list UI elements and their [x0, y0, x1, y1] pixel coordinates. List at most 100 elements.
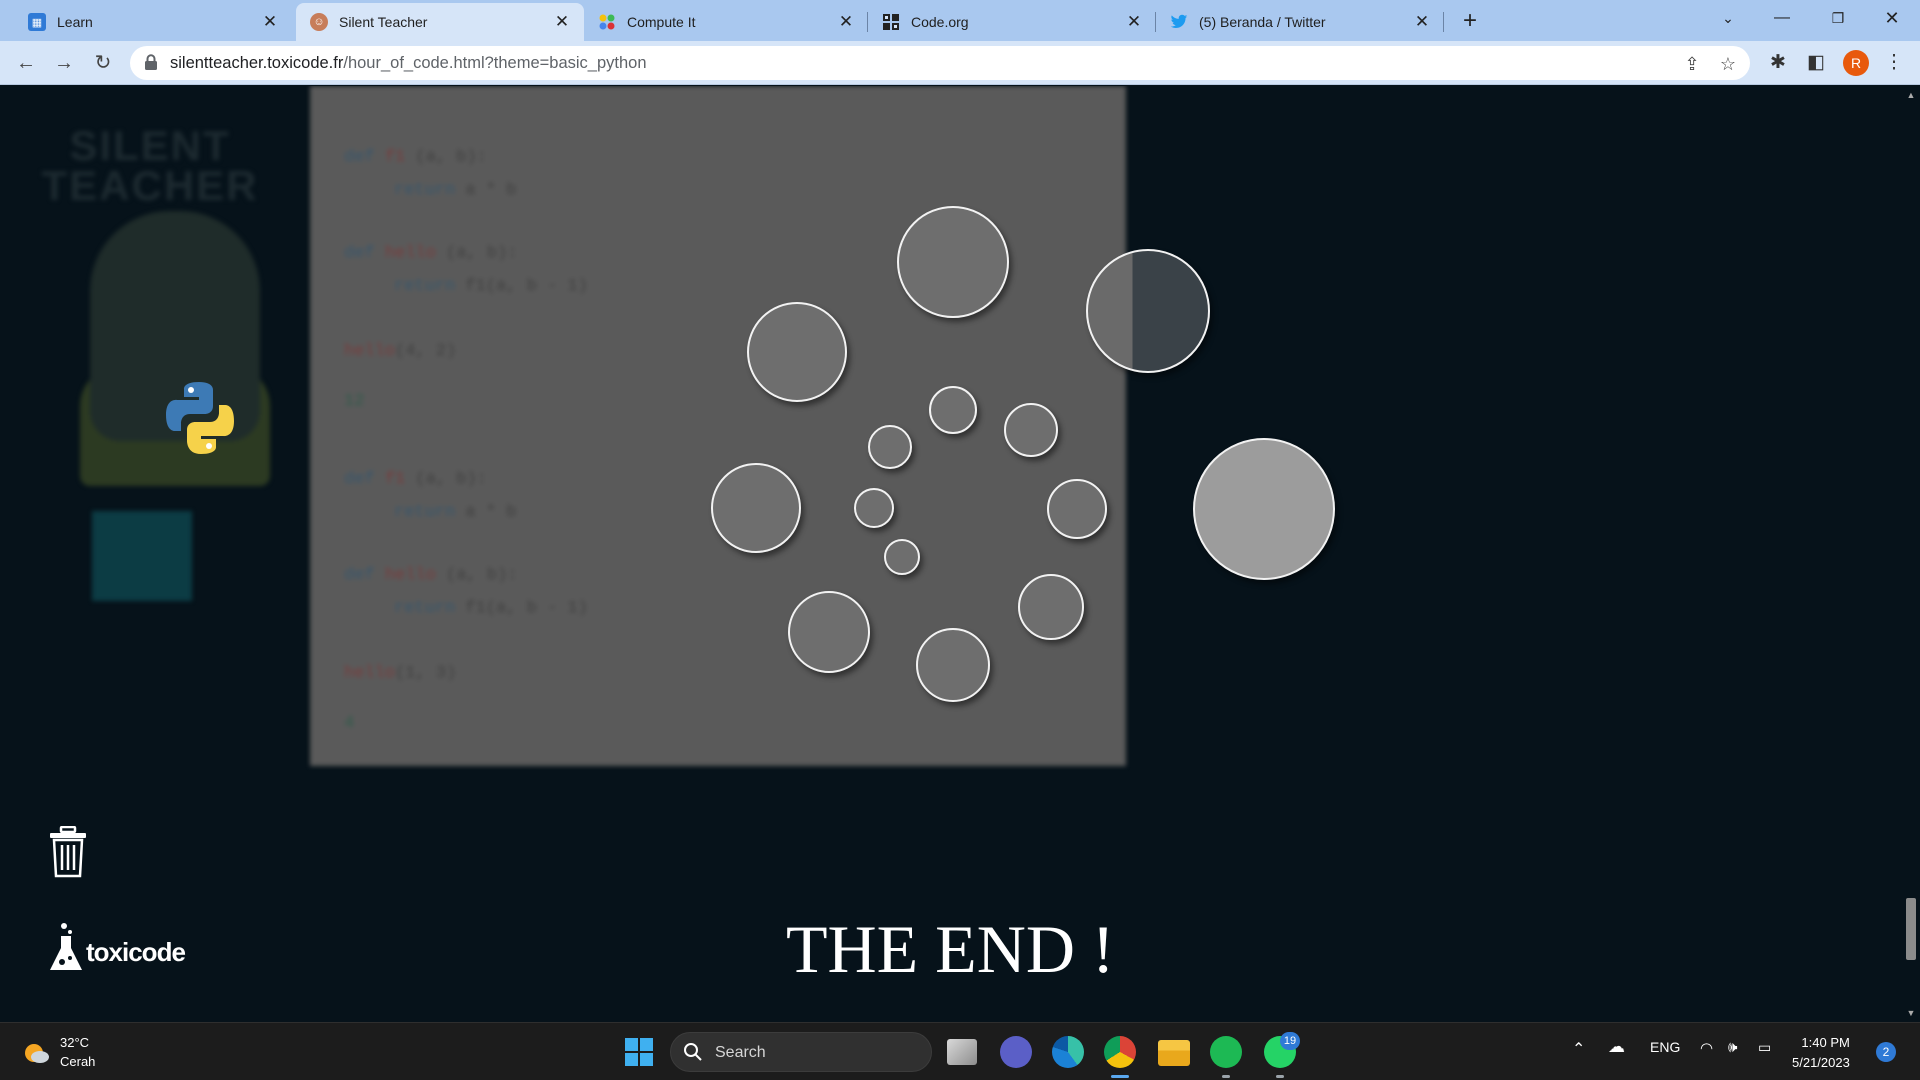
- bubble[interactable]: [747, 302, 847, 402]
- mascot-title: SILENT TEACHER: [41, 122, 259, 209]
- tab-compute-it[interactable]: Compute It ✕: [584, 3, 868, 41]
- windows-start-icon[interactable]: [624, 1037, 654, 1067]
- page-scrollbar[interactable]: ▲ ▼: [1902, 86, 1920, 1022]
- bubble[interactable]: [1047, 479, 1107, 539]
- notification-count-badge[interactable]: 2: [1876, 1042, 1896, 1062]
- tab-silent-teacher[interactable]: ☺ Silent Teacher ✕: [296, 3, 584, 41]
- code-line: hello(1, 3): [344, 664, 457, 683]
- code-result: 12: [344, 392, 365, 411]
- volume-icon[interactable]: 🕪: [1728, 1039, 1737, 1056]
- side-panel-icon[interactable]: ◧: [1802, 49, 1830, 77]
- flask-icon: [50, 923, 82, 970]
- reload-button[interactable]: ↻: [89, 49, 117, 77]
- wifi-icon[interactable]: ◠: [1700, 1039, 1713, 1057]
- weather-temperature: 32°C: [60, 1035, 90, 1050]
- new-tab-button[interactable]: +: [1455, 6, 1485, 36]
- language-indicator[interactable]: ENG: [1650, 1039, 1680, 1055]
- bubble[interactable]: [711, 463, 801, 553]
- scrollbar-thumb[interactable]: [1906, 898, 1916, 960]
- bubble[interactable]: [854, 488, 894, 528]
- bubble[interactable]: [1018, 574, 1084, 640]
- code-line: return f1(a, b - 1): [394, 277, 588, 296]
- task-view-icon[interactable]: [947, 1039, 977, 1065]
- hour-of-code-icon: ▦: [28, 13, 46, 31]
- code-line: def hello (a, b):: [344, 244, 518, 263]
- active-app-indicator: [1111, 1075, 1129, 1078]
- toxicode-logo[interactable]: toxicode: [48, 922, 186, 972]
- scroll-down-icon[interactable]: ▼: [1906, 1008, 1916, 1018]
- address-bar[interactable]: silentteacher.toxicode.fr/hour_of_code.h…: [130, 46, 1750, 80]
- whatsapp-badge: 19: [1280, 1032, 1300, 1050]
- spotify-icon[interactable]: [1210, 1036, 1242, 1068]
- show-hidden-icons-chevron-icon[interactable]: ⌃: [1572, 1039, 1585, 1059]
- teams-chat-icon[interactable]: [1000, 1036, 1032, 1068]
- tab-code-org[interactable]: Code.org ✕: [868, 3, 1156, 41]
- tab-label: Code.org: [911, 14, 969, 30]
- tab-learn[interactable]: ▦ Learn ✕: [14, 3, 292, 41]
- bookmark-star-icon[interactable]: ☆: [1718, 54, 1738, 74]
- lock-icon: [145, 54, 157, 70]
- menu-icon[interactable]: ⋮: [1880, 49, 1908, 77]
- extensions-icon[interactable]: ✱: [1764, 49, 1792, 77]
- close-tab-icon[interactable]: ✕: [554, 12, 570, 32]
- trash-icon[interactable]: [48, 826, 88, 878]
- compute-it-icon: [598, 13, 616, 31]
- close-tab-icon[interactable]: ✕: [1126, 12, 1142, 32]
- bubble[interactable]: [1086, 249, 1210, 373]
- close-tab-icon[interactable]: ✕: [838, 12, 854, 32]
- code-line: return a * b: [394, 181, 517, 200]
- share-icon[interactable]: ⇪: [1682, 54, 1702, 74]
- bubble[interactable]: [884, 539, 920, 575]
- silent-teacher-icon: ☺: [310, 13, 328, 31]
- url-text: silentteacher.toxicode.fr/hour_of_code.h…: [170, 54, 647, 73]
- minimize-button[interactable]: —: [1762, 4, 1802, 32]
- tab-search-icon[interactable]: ⌄: [1708, 4, 1748, 32]
- edge-browser-icon[interactable]: [1052, 1036, 1084, 1068]
- file-explorer-icon[interactable]: [1158, 1040, 1190, 1066]
- onedrive-cloud-icon[interactable]: ☁: [1608, 1037, 1625, 1057]
- mascot-sign: [92, 511, 192, 601]
- bubble[interactable]: [929, 386, 977, 434]
- bubble[interactable]: [1193, 438, 1335, 580]
- scroll-up-icon[interactable]: ▲: [1906, 90, 1916, 100]
- code-org-icon: [882, 13, 900, 31]
- profile-avatar[interactable]: R: [1843, 50, 1869, 76]
- code-line: def f1 (a, b):: [344, 148, 487, 167]
- bubble[interactable]: [1004, 403, 1058, 457]
- bubble[interactable]: [897, 206, 1009, 318]
- code-result: 4: [344, 714, 355, 733]
- tab-label: (5) Beranda / Twitter: [1199, 14, 1326, 30]
- bubble[interactable]: [916, 628, 990, 702]
- tab-label: Silent Teacher: [339, 14, 428, 30]
- search-icon: [684, 1043, 702, 1061]
- battery-icon[interactable]: ▭: [1758, 1039, 1771, 1056]
- logo-text: toxicode: [86, 937, 186, 967]
- tab-twitter[interactable]: (5) Beranda / Twitter ✕: [1156, 3, 1444, 41]
- search-placeholder: Search: [715, 1044, 766, 1061]
- back-button[interactable]: ←: [12, 49, 40, 77]
- chrome-browser-icon[interactable]: [1104, 1036, 1136, 1068]
- running-app-indicator: [1222, 1075, 1230, 1078]
- close-tab-icon[interactable]: ✕: [262, 12, 278, 32]
- code-line: def hello (a, b):: [344, 566, 518, 585]
- forward-button[interactable]: →: [50, 49, 78, 77]
- bubble[interactable]: [788, 591, 870, 673]
- running-app-indicator: [1276, 1075, 1284, 1078]
- weather-widget[interactable]: 32°C Cerah: [22, 1033, 95, 1071]
- tab-separator: [1443, 12, 1444, 32]
- restore-button[interactable]: ❐: [1818, 4, 1858, 32]
- taskbar-search[interactable]: Search: [670, 1032, 932, 1072]
- twitter-icon: [1170, 13, 1188, 31]
- close-window-button[interactable]: ✕: [1872, 4, 1912, 32]
- bubble[interactable]: [868, 425, 912, 469]
- windows-taskbar: 32°C Cerah Search 19 ⌃ ☁ ENG ◠ 🕪 ▭ 1:40 …: [0, 1022, 1920, 1080]
- python-logo-icon: [166, 382, 234, 454]
- clock-time: 1:40 PM: [1801, 1035, 1850, 1050]
- silent-teacher-mascot: SILENT TEACHER: [40, 122, 270, 601]
- close-tab-icon[interactable]: ✕: [1414, 12, 1430, 32]
- url-host: silentteacher.toxicode.fr: [170, 54, 344, 72]
- code-line: return a * b: [394, 503, 517, 522]
- system-clock[interactable]: 1:40 PM 5/21/2023: [1792, 1033, 1850, 1073]
- browser-toolbar: ← → ↻ silentteacher.toxicode.fr/hour_of_…: [0, 41, 1920, 85]
- the-end-title: THE END !: [786, 911, 1115, 987]
